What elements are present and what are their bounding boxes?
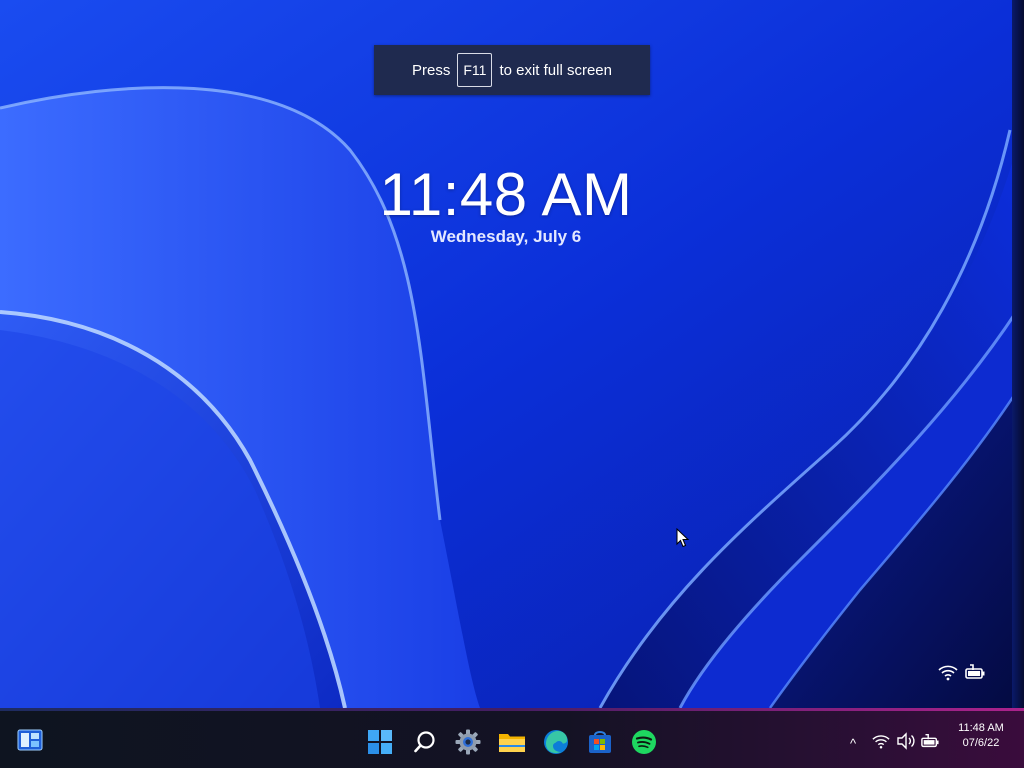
windows-logo-icon	[367, 729, 393, 760]
tray-clock-button[interactable]: 11:48 AM 07/6/22	[944, 721, 1018, 755]
wallpaper	[0, 0, 1024, 708]
desktop-screen: Press F11 to exit full screen 11:48 AM W…	[0, 0, 1024, 768]
tray-volume-button[interactable]	[895, 731, 917, 755]
tray-overflow-button[interactable]: ^	[842, 733, 864, 753]
spotify-icon	[631, 729, 657, 760]
gear-icon	[455, 729, 481, 760]
search-button[interactable]	[405, 724, 445, 764]
store-icon	[587, 729, 613, 760]
tray-time: 11:48 AM	[958, 722, 1004, 734]
volume-icon	[896, 731, 916, 755]
taskbar-top-edge	[0, 708, 1024, 711]
fullscreen-notice: Press F11 to exit full screen	[374, 45, 650, 95]
wifi-icon	[871, 732, 891, 755]
tray-network-button[interactable]	[870, 733, 892, 753]
spotify-app[interactable]	[624, 724, 664, 764]
edge-icon	[543, 729, 569, 760]
notice-press-text: Press	[412, 61, 451, 79]
widgets-icon	[17, 729, 43, 756]
notice-exit-text: to exit full screen	[499, 61, 612, 79]
start-button[interactable]	[360, 724, 400, 764]
wifi-icon	[937, 662, 959, 682]
tray-battery-button[interactable]	[919, 733, 941, 753]
window-edge	[1012, 0, 1024, 708]
battery-charging-icon	[964, 662, 986, 682]
lock-date: Wednesday, July 6	[430, 227, 582, 246]
chevron-up-icon: ^	[849, 735, 857, 751]
settings-app[interactable]	[448, 724, 488, 764]
f11-key-label: F11	[457, 53, 493, 87]
widgets-button[interactable]	[10, 722, 50, 762]
battery-charging-icon	[920, 732, 940, 755]
file-explorer-app[interactable]	[492, 724, 532, 764]
mouse-cursor-icon	[676, 528, 690, 548]
edge-app[interactable]	[536, 724, 576, 764]
lock-time: 11:48 AM	[379, 161, 633, 228]
search-icon	[413, 730, 437, 759]
tray-date: 07/6/22	[962, 737, 1000, 749]
store-app[interactable]	[580, 724, 620, 764]
folder-icon	[498, 730, 526, 759]
lock-clock: 11:48 AM Wednesday, July 6	[0, 160, 1012, 247]
